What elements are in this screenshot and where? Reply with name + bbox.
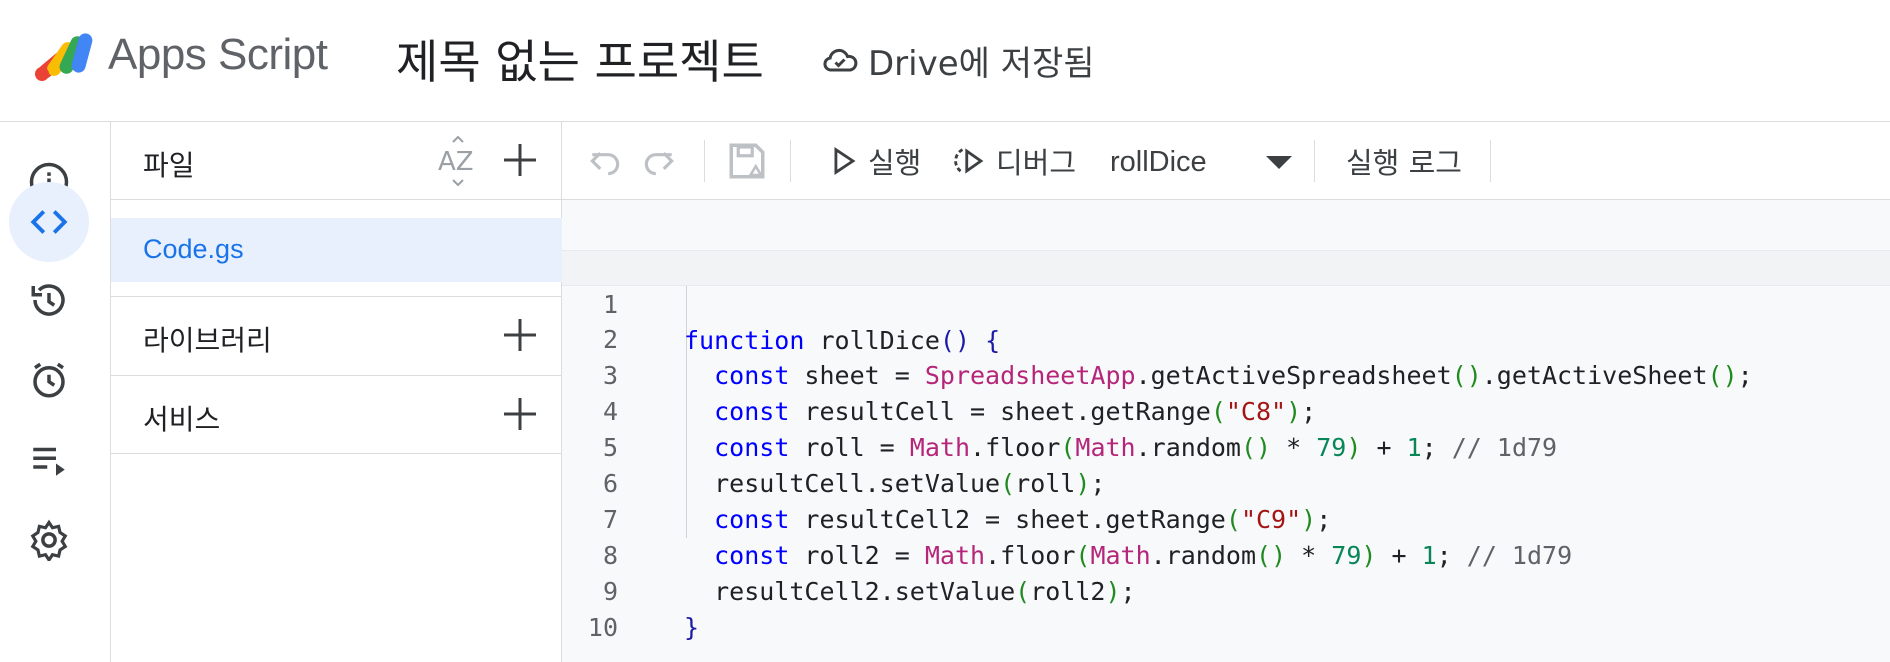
header: Apps Script 제목 없는 프로젝트 Drive에 저장됨 (0, 0, 1890, 122)
code-icon (30, 210, 68, 234)
play-icon (834, 147, 856, 175)
svg-text:AZ: AZ (438, 147, 474, 177)
code-line[interactable]: 2 const sheet = SpreadsheetApp.getActive… (562, 286, 1890, 390)
project-history-button[interactable] (9, 260, 89, 340)
redo-icon[interactable] (640, 142, 678, 180)
code-line[interactable]: 5 resultCell.setValue(roll); (562, 394, 1890, 498)
toolbar-divider (790, 140, 791, 182)
code-line[interactable]: 10 (562, 574, 1890, 642)
triggers-button[interactable] (9, 340, 89, 420)
code-line[interactable]: 9 } (562, 538, 1890, 642)
save-drive-icon[interactable] (726, 140, 768, 182)
services-section-header: 서비스 (111, 376, 562, 454)
toolbar-divider (1314, 140, 1315, 182)
file-item-code-gs[interactable]: Code.gs (111, 218, 562, 282)
services-label: 서비스 (143, 403, 221, 436)
run-label: 실행 (868, 146, 922, 180)
libraries-label: 라이브러리 (143, 324, 272, 357)
files-section-header: 파일 AZ (111, 122, 562, 200)
executions-button[interactable] (9, 420, 89, 500)
alarm-icon (33, 362, 65, 398)
executions-icon (33, 447, 65, 476)
editor-toolbar: 실행 디버그 rollDice 실행 로그 (562, 122, 1890, 200)
code-line[interactable]: 4 const roll = Math.floor(Math.random() … (562, 358, 1890, 462)
execution-log-button[interactable]: 실행 로그 (1346, 140, 1462, 182)
left-nav-rail (0, 122, 111, 662)
project-title[interactable]: 제목 없는 프로젝트 (396, 26, 764, 92)
dropdown-arrow-icon[interactable] (1262, 152, 1296, 172)
project-settings-button[interactable] (9, 500, 89, 580)
apps-script-logo-icon (35, 33, 93, 81)
editor-button[interactable] (9, 182, 89, 262)
settings-icon (30, 519, 68, 561)
files-panel: 파일 AZ Code.gs 라이브러리 서비스 (111, 122, 562, 662)
libraries-section-header: 라이브러리 (111, 296, 562, 376)
files-label: 파일 (143, 149, 195, 182)
code-line[interactable]: 1 function rollDice() { (562, 250, 1890, 355)
add-library-icon[interactable] (500, 315, 540, 355)
code-text: } (684, 613, 700, 642)
sort-az-icon[interactable]: AZ (436, 136, 480, 186)
execution-log-label: 실행 로그 (1346, 146, 1462, 180)
code-editor[interactable]: 1 function rollDice() { 2 const sheet = … (562, 200, 1890, 662)
line-number: 10 (587, 613, 618, 642)
toolbar-divider (1490, 140, 1491, 182)
code-line[interactable]: 7 const roll2 = Math.floor(Math.random()… (562, 466, 1890, 570)
run-button[interactable]: 실행 (826, 140, 921, 182)
app-name[interactable]: Apps Script (108, 30, 328, 80)
undo-icon[interactable] (586, 142, 624, 180)
cloud-done-icon (823, 48, 858, 72)
function-select[interactable]: rollDice (1110, 146, 1207, 179)
debug-button[interactable]: 디버그 (954, 140, 1076, 182)
debug-label: 디버그 (996, 146, 1077, 180)
add-file-icon[interactable] (500, 140, 540, 180)
save-status-label: Drive에 저장됨 (868, 44, 1095, 84)
code-line[interactable]: 8 resultCell2.setValue(roll2); (562, 502, 1890, 606)
history-icon (31, 284, 65, 316)
save-status: Drive에 저장됨 (822, 36, 1095, 85)
add-service-icon[interactable] (500, 394, 540, 434)
file-name: Code.gs (143, 234, 244, 264)
debug-icon (954, 148, 984, 174)
toolbar-divider (704, 140, 705, 182)
code-line[interactable]: 6 const resultCell2 = sheet.getRange("C9… (562, 430, 1890, 534)
code-line[interactable]: 3 const resultCell = sheet.getRange("C8"… (562, 322, 1890, 426)
